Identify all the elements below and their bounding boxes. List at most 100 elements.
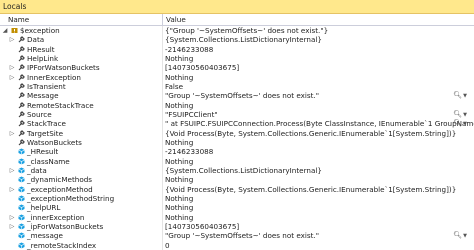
row-value-text: Nothing — [165, 137, 194, 147]
collapse-arrow-icon[interactable]: ◢ — [2, 26, 8, 35]
expand-arrow-icon[interactable]: ▷ — [9, 185, 15, 194]
row-name-label: HResult — [27, 44, 55, 54]
value-column-header[interactable]: Value — [163, 14, 474, 25]
expand-arrow-icon[interactable]: ▷ — [9, 73, 15, 82]
row-value-cell[interactable]: {Void Process(Byte, System.Collections.G… — [163, 185, 474, 194]
locals-row[interactable]: Message "Group '~SystemOffsets~' does not… — [0, 91, 474, 101]
row-value-cell[interactable]: {System.Collections.ListDictionaryIntern… — [163, 166, 474, 175]
row-value-cell[interactable]: {"Group '~SystemOffsets~' does not exist… — [163, 26, 474, 35]
locals-row[interactable]: _dynamicMethods Nothing — [0, 175, 474, 185]
locals-row[interactable]: Source "FSUIPCClient" 🔍︎▼ — [0, 109, 474, 120]
locals-row[interactable]: IsTransient False — [0, 81, 474, 92]
row-value-cell[interactable]: False — [163, 82, 474, 91]
expand-arrow-icon[interactable]: ▷ — [9, 35, 15, 44]
locals-row[interactable]: StackTrace " at FSUIPC.FSUIPCConnection.P… — [0, 119, 474, 129]
row-value-cell[interactable]: "FSUIPCClient" 🔍︎▼ — [163, 110, 474, 119]
row-value-cell[interactable]: Nothing — [163, 73, 474, 82]
row-value-cell[interactable]: {System.Collections.ListDictionaryIntern… — [163, 35, 474, 44]
locals-title: Locals — [3, 2, 27, 11]
locals-row[interactable]: _helpURL Nothing — [0, 203, 474, 213]
row-value-cell[interactable]: Nothing — [163, 101, 474, 110]
locals-window: Locals Name Value ◢ $exception {"Group '~S… — [0, 0, 474, 250]
locals-row[interactable]: _remoteStackIndex 0 — [0, 240, 474, 250]
name-column-header[interactable]: Name — [0, 14, 163, 25]
property-icon — [18, 111, 25, 118]
row-value-text: " at FSUIPC.FSUIPCConnection.Process(Byt… — [165, 119, 474, 129]
row-name-label: StackTrace — [27, 119, 66, 129]
row-value-cell[interactable]: " at FSUIPC.FSUIPCConnection.Process(Byt… — [163, 119, 474, 128]
row-value-cell[interactable]: -2146233088 — [163, 45, 474, 54]
row-value-cell[interactable]: -2146233088 — [163, 147, 474, 156]
locals-row[interactable]: HResult -2146233088 — [0, 44, 474, 54]
row-value-cell[interactable]: Nothing — [163, 213, 474, 222]
locals-row[interactable]: _exceptionMethodString Nothing — [0, 193, 474, 204]
row-value-cell[interactable]: "Group '~SystemOffsets~' does not exist.… — [163, 231, 474, 240]
locals-row[interactable]: ▷ IPForWatsonBuckets [140730560403675] — [0, 63, 474, 73]
expand-arrow-icon[interactable]: ▷ — [9, 166, 15, 175]
field-icon — [18, 214, 25, 221]
row-value-cell[interactable]: "Group '~SystemOffsets~' does not exist.… — [163, 91, 474, 100]
locals-row[interactable]: ▷ _exceptionMethod {Void Process(Byte, Sys… — [0, 184, 474, 194]
locals-row[interactable]: _className Nothing — [0, 156, 474, 166]
row-value-cell[interactable]: Nothing — [163, 54, 474, 63]
expand-arrow-icon[interactable]: ▷ — [9, 63, 15, 72]
field-icon — [18, 204, 25, 211]
locals-row[interactable]: HelpLink Nothing — [0, 53, 474, 64]
property-icon — [18, 55, 25, 62]
column-header: Name Value — [0, 14, 474, 26]
row-name-cell: ▷ InnerException — [0, 72, 163, 82]
text-visualizer-magnifier-icon[interactable]: 🔍︎▼ — [453, 110, 467, 119]
row-value-text: Nothing — [165, 203, 194, 213]
row-value-text: Nothing — [165, 193, 194, 203]
row-value-cell[interactable]: Nothing — [163, 203, 474, 212]
row-name-label: InnerException — [27, 72, 81, 82]
property-icon — [18, 92, 25, 99]
row-name-cell: _message — [0, 231, 163, 241]
row-name-label: _exceptionMethodString — [27, 193, 115, 203]
row-name-label: HelpLink — [27, 53, 59, 63]
row-value-text: False — [165, 81, 184, 91]
row-name-cell: ▷ Data — [0, 35, 163, 45]
locals-row[interactable]: RemoteStackTrace Nothing — [0, 100, 474, 110]
text-visualizer-magnifier-icon[interactable]: 🔍︎▼ — [453, 119, 467, 128]
row-value-cell[interactable]: Nothing — [163, 175, 474, 184]
row-value-cell[interactable]: Nothing — [163, 138, 474, 147]
row-name-cell: ▷ _ipForWatsonBuckets — [0, 221, 163, 232]
locals-row[interactable]: ▷ _ipForWatsonBuckets [140730560403675] — [0, 221, 474, 232]
property-icon — [18, 139, 25, 146]
field-icon — [18, 148, 25, 155]
locals-row[interactable]: _HResult -2146233088 — [0, 147, 474, 157]
row-value-text: "FSUIPCClient" — [165, 109, 218, 119]
row-name-cell: _className — [0, 156, 163, 166]
row-value-cell[interactable]: 0 — [163, 241, 474, 250]
text-visualizer-magnifier-icon[interactable]: 🔍︎▼ — [453, 231, 467, 240]
row-value-text: Nothing — [165, 156, 194, 166]
locals-row[interactable]: WatsonBuckets Nothing — [0, 137, 474, 148]
row-value-cell[interactable]: {Void Process(Byte, System.Collections.G… — [163, 129, 474, 138]
row-value-text: {Void Process(Byte, System.Collections.G… — [165, 128, 457, 138]
row-value-text: Nothing — [165, 212, 194, 222]
locals-row[interactable]: ▷ TargetSite {Void Process(Byte, System.Co… — [0, 128, 474, 138]
row-value-text: Nothing — [165, 100, 194, 110]
row-name-cell: StackTrace — [0, 119, 163, 129]
row-name-cell: WatsonBuckets — [0, 137, 163, 148]
locals-row[interactable]: ▷ _innerException Nothing — [0, 212, 474, 222]
row-value-text: "Group '~SystemOffsets~' does not exist.… — [165, 231, 320, 241]
row-value-text: Nothing — [165, 53, 194, 63]
text-visualizer-magnifier-icon[interactable]: 🔍︎▼ — [453, 91, 467, 100]
row-value-text: [140730560403675] — [165, 221, 240, 231]
locals-row[interactable]: ▷ InnerException Nothing — [0, 72, 474, 82]
locals-row[interactable]: ▷ Data {System.Collections.ListDictionaryI… — [0, 35, 474, 45]
row-value-cell[interactable]: [140730560403675] — [163, 222, 474, 231]
locals-row[interactable]: _message "Group '~SystemOffsets~' does no… — [0, 231, 474, 241]
row-value-cell[interactable]: Nothing — [163, 157, 474, 166]
locals-row[interactable]: ▷ _data {System.Collections.ListDictionary… — [0, 165, 474, 176]
row-value-text: {System.Collections.ListDictionaryIntern… — [165, 35, 322, 45]
row-value-cell[interactable]: Nothing — [163, 194, 474, 203]
expand-arrow-icon[interactable]: ▷ — [9, 222, 15, 231]
row-value-cell[interactable]: [140730560403675] — [163, 63, 474, 72]
property-icon — [18, 46, 25, 53]
expand-arrow-icon[interactable]: ▷ — [9, 129, 15, 138]
locals-row[interactable]: ◢ $exception {"Group '~SystemOffsets~' doe… — [0, 26, 474, 36]
expand-arrow-icon[interactable]: ▷ — [9, 213, 15, 222]
